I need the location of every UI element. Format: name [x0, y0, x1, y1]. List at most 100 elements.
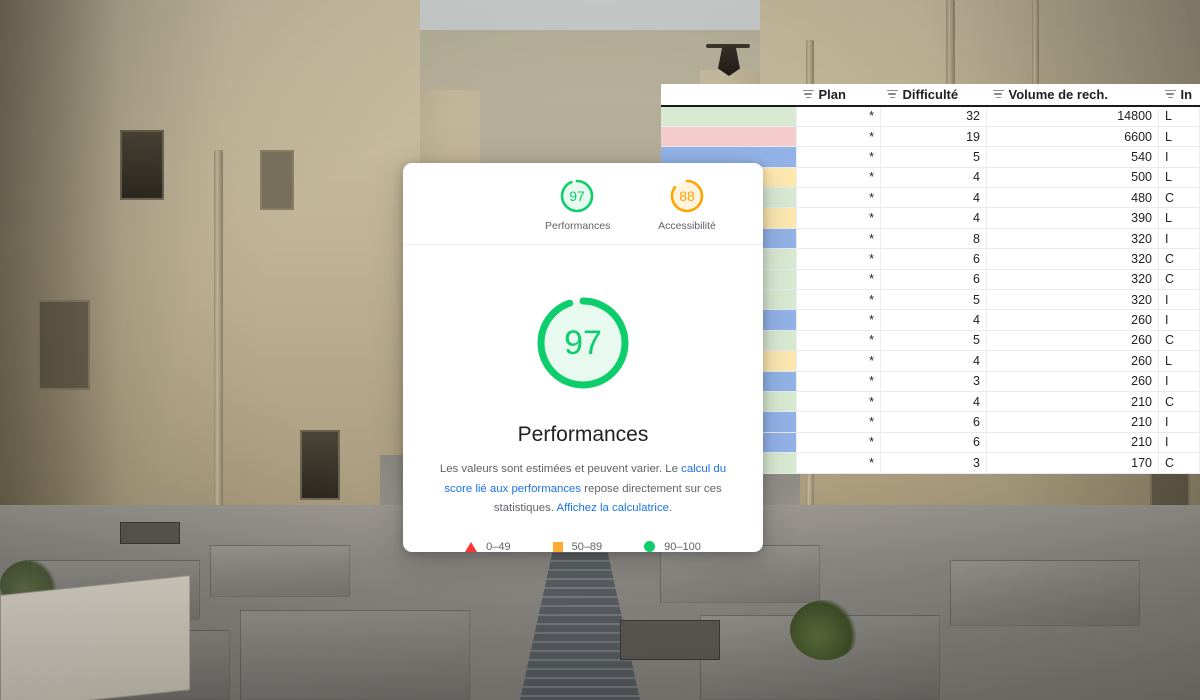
legend-range: 0–49: [486, 540, 511, 552]
cell-volume[interactable]: 320: [986, 269, 1159, 291]
cell-difficulte[interactable]: 4: [880, 167, 987, 189]
cell-intention[interactable]: C: [1158, 452, 1200, 474]
cell-intention[interactable]: C: [1158, 269, 1200, 291]
column-header-plan[interactable]: Plan: [796, 84, 881, 107]
cell-volume[interactable]: 210: [986, 432, 1159, 454]
cell-plan[interactable]: *: [796, 269, 881, 291]
cell-difficulte[interactable]: 4: [880, 187, 987, 209]
cell-plan[interactable]: *: [796, 411, 881, 433]
cell-difficulte[interactable]: 4: [880, 350, 987, 372]
cell-difficulte[interactable]: 5: [880, 330, 987, 352]
cell-difficulte[interactable]: 6: [880, 432, 987, 454]
cell-volume[interactable]: 170: [986, 452, 1159, 474]
cell-intention[interactable]: C: [1158, 330, 1200, 352]
cell-difficulte[interactable]: 5: [880, 289, 987, 311]
cell-intention[interactable]: C: [1158, 391, 1200, 413]
cell-intention[interactable]: C: [1158, 248, 1200, 270]
column-header-color[interactable]: [661, 84, 797, 107]
cell-intention[interactable]: L: [1158, 106, 1200, 127]
cell-intention[interactable]: I: [1158, 309, 1200, 331]
cell-intention[interactable]: L: [1158, 126, 1200, 148]
cell-difficulte[interactable]: 19: [880, 126, 987, 148]
filter-icon[interactable]: [1164, 90, 1176, 99]
table-row[interactable]: * 32 14800 L: [661, 106, 1200, 127]
desc-part-3: .: [669, 502, 673, 515]
cell-volume[interactable]: 390: [986, 207, 1159, 229]
column-header-volume[interactable]: Volume de rech.: [986, 84, 1159, 107]
cell-intention[interactable]: L: [1158, 167, 1200, 189]
cell-intention[interactable]: I: [1158, 371, 1200, 392]
cell-plan[interactable]: *: [796, 391, 881, 413]
mini-gauge-1[interactable]: 88 Accessibilité: [655, 177, 719, 232]
filter-icon[interactable]: [992, 90, 1004, 99]
cell-plan[interactable]: *: [796, 330, 881, 352]
mini-gauge-ring: 88: [668, 177, 706, 215]
cell-volume[interactable]: 260: [986, 371, 1159, 392]
cell-difficulte[interactable]: 4: [880, 309, 987, 331]
cell-intention[interactable]: I: [1158, 432, 1200, 454]
cell-volume[interactable]: 480: [986, 187, 1159, 209]
cell-difficulte[interactable]: 32: [880, 106, 987, 127]
cell-volume[interactable]: 210: [986, 411, 1159, 433]
cell-plan[interactable]: *: [796, 309, 881, 331]
cell-difficulte[interactable]: 4: [880, 207, 987, 229]
cell-plan[interactable]: *: [796, 432, 881, 454]
cell-difficulte[interactable]: 3: [880, 452, 987, 474]
cell-intention[interactable]: L: [1158, 350, 1200, 372]
mini-gauge-0[interactable]: 97 Performances: [545, 177, 611, 232]
column-header-difficulte[interactable]: Difficulté: [880, 84, 987, 107]
cell-volume[interactable]: 14800: [986, 106, 1159, 127]
cell-plan[interactable]: *: [796, 167, 881, 189]
table-header-row: Plan Difficulté Volume de rech. In: [661, 84, 1200, 107]
legend-item: 50–89: [552, 541, 602, 552]
table-row[interactable]: * 19 6600 L: [661, 126, 1200, 148]
cell-difficulte[interactable]: 6: [880, 269, 987, 291]
cell-plan[interactable]: *: [796, 187, 881, 209]
cell-plan[interactable]: *: [796, 106, 881, 127]
cell-difficulte[interactable]: 4: [880, 391, 987, 413]
mini-gauge-strip: 97 Performances 88 Accessibilité: [403, 163, 763, 245]
cell-plan[interactable]: *: [796, 126, 881, 148]
link-calculatrice[interactable]: Affichez la calculatrice: [557, 502, 669, 514]
cell-volume[interactable]: 260: [986, 309, 1159, 331]
cell-intention[interactable]: L: [1158, 207, 1200, 229]
cell-plan[interactable]: *: [796, 248, 881, 270]
cell-plan[interactable]: *: [796, 289, 881, 311]
cell-difficulte[interactable]: 6: [880, 248, 987, 270]
filter-icon[interactable]: [802, 90, 814, 99]
triangle-icon: [465, 541, 478, 552]
cell-plan[interactable]: *: [796, 146, 881, 168]
row-color-cell[interactable]: [661, 106, 797, 127]
cell-difficulte[interactable]: 6: [880, 411, 987, 433]
cell-volume[interactable]: 260: [986, 330, 1159, 352]
cell-intention[interactable]: I: [1158, 146, 1200, 168]
cell-volume[interactable]: 320: [986, 289, 1159, 311]
cell-plan[interactable]: *: [796, 350, 881, 372]
cell-volume[interactable]: 6600: [986, 126, 1159, 148]
mini-gauge-label: Performances: [545, 220, 611, 232]
cell-intention[interactable]: C: [1158, 187, 1200, 209]
cell-volume[interactable]: 320: [986, 228, 1159, 250]
cell-volume[interactable]: 210: [986, 391, 1159, 413]
cell-intention[interactable]: I: [1158, 289, 1200, 311]
cell-plan[interactable]: *: [796, 452, 881, 474]
cell-intention[interactable]: I: [1158, 411, 1200, 433]
cell-volume[interactable]: 260: [986, 350, 1159, 372]
cell-volume[interactable]: 500: [986, 167, 1159, 189]
score-description: Les valeurs sont estimées et peuvent var…: [437, 460, 729, 519]
cell-plan[interactable]: *: [796, 371, 881, 392]
cell-volume[interactable]: 320: [986, 248, 1159, 270]
cell-difficulte[interactable]: 5: [880, 146, 987, 168]
filter-icon[interactable]: [886, 90, 898, 99]
cell-difficulte[interactable]: 8: [880, 228, 987, 250]
cell-intention[interactable]: I: [1158, 228, 1200, 250]
cell-plan[interactable]: *: [796, 207, 881, 229]
screen: Plan Difficulté Volume de rech. In * 32 …: [0, 0, 1200, 700]
cell-volume[interactable]: 540: [986, 146, 1159, 168]
cell-plan[interactable]: *: [796, 228, 881, 250]
column-header-intention[interactable]: In: [1158, 84, 1200, 107]
cell-difficulte[interactable]: 3: [880, 371, 987, 392]
row-color-cell[interactable]: [661, 126, 797, 148]
legend-range: 90–100: [664, 540, 701, 552]
pagespeed-score-card[interactable]: 97 Performances 88 Accessibilité 97 Perform…: [403, 163, 763, 552]
